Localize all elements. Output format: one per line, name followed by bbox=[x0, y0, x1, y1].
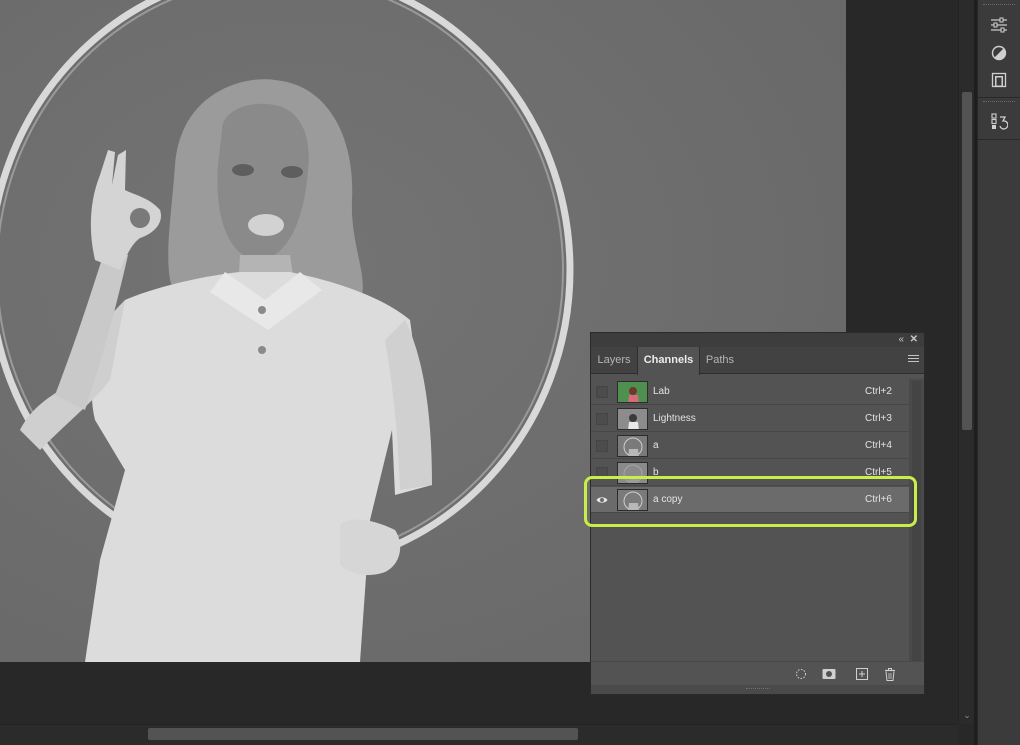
save-selection-icon[interactable] bbox=[821, 666, 837, 682]
channel-thumbnail bbox=[617, 408, 648, 430]
adjustments-icon[interactable] bbox=[984, 12, 1014, 38]
panel-footer bbox=[591, 661, 924, 685]
channel-row-lightness[interactable]: Lightness Ctrl+3 bbox=[591, 406, 909, 432]
horizontal-scroll-thumb[interactable] bbox=[148, 728, 578, 740]
panel-tab-bar: Layers Channels Paths bbox=[591, 347, 924, 375]
panel-menu-icon[interactable] bbox=[908, 355, 919, 365]
channel-thumbnail bbox=[617, 435, 648, 457]
tab-channels[interactable]: Channels bbox=[637, 347, 700, 375]
channel-shortcut: Ctrl+2 bbox=[865, 386, 892, 397]
channel-shortcut: Ctrl+4 bbox=[865, 440, 892, 451]
visibility-toggle[interactable] bbox=[596, 386, 608, 398]
scroll-down-arrow-icon[interactable]: ⌄ bbox=[962, 710, 972, 720]
history-icon[interactable] bbox=[984, 108, 1014, 134]
photoshop-window: ⌄ « ✕ Layers Channels Paths Lab Ctrl+2 L… bbox=[0, 0, 1020, 745]
panel-resize-bar[interactable] bbox=[591, 685, 924, 694]
visibility-toggle[interactable] bbox=[596, 413, 608, 425]
highlight-annotation bbox=[584, 476, 917, 527]
new-channel-icon[interactable] bbox=[854, 666, 870, 682]
canvas-horizontal-scrollbar[interactable] bbox=[0, 724, 958, 745]
load-selection-icon[interactable] bbox=[793, 666, 809, 682]
delete-channel-icon[interactable] bbox=[882, 666, 898, 682]
channel-name: Lightness bbox=[653, 413, 696, 424]
dock-separator bbox=[978, 139, 1020, 140]
channel-row-a[interactable]: a Ctrl+4 bbox=[591, 433, 909, 459]
canvas-vertical-scrollbar[interactable]: ⌄ bbox=[958, 0, 974, 724]
channel-name: a bbox=[653, 440, 659, 451]
collapse-panel-icon[interactable]: « bbox=[898, 333, 904, 347]
vertical-scroll-thumb[interactable] bbox=[962, 92, 972, 430]
libraries-icon[interactable] bbox=[984, 67, 1014, 93]
channel-shortcut: Ctrl+3 bbox=[865, 413, 892, 424]
tab-paths[interactable]: Paths bbox=[700, 347, 740, 374]
channel-thumbnail bbox=[617, 381, 648, 403]
resize-grip[interactable] bbox=[746, 688, 770, 691]
close-panel-icon[interactable]: ✕ bbox=[910, 333, 918, 347]
channel-row-lab[interactable]: Lab Ctrl+2 bbox=[591, 379, 909, 405]
channel-name: Lab bbox=[653, 386, 670, 397]
visibility-toggle[interactable] bbox=[596, 440, 608, 452]
dock-grip[interactable] bbox=[983, 101, 1015, 105]
dock-separator bbox=[978, 97, 1020, 98]
panel-title-bar[interactable]: « ✕ bbox=[591, 333, 924, 347]
dock-grip[interactable] bbox=[983, 4, 1015, 8]
styles-icon[interactable] bbox=[984, 40, 1014, 66]
tab-layers[interactable]: Layers bbox=[591, 347, 637, 374]
right-icon-dock bbox=[977, 0, 1020, 745]
